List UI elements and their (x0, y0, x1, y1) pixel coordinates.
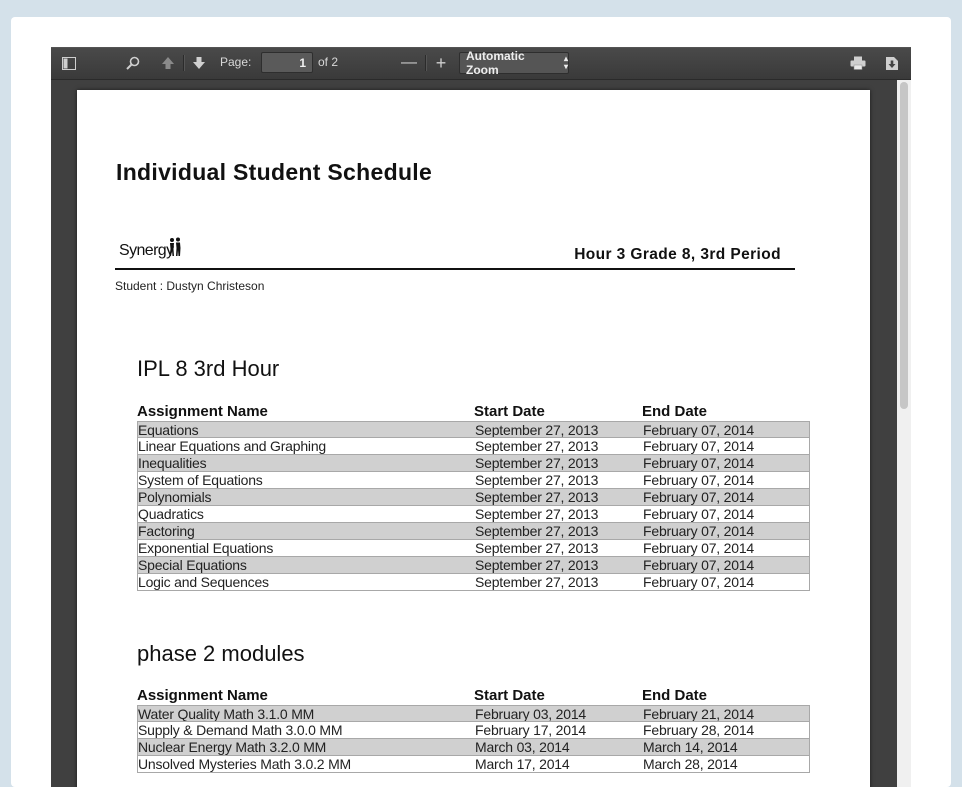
end-date: February 07, 2014 (643, 455, 755, 471)
next-page-icon[interactable] (187, 52, 211, 74)
assignment-name: Polynomials (138, 489, 212, 505)
assignment-name: Quadratics (138, 506, 204, 522)
section-title: IPL 8 3rd Hour (137, 356, 280, 381)
start-date: September 27, 2013 (475, 472, 599, 488)
table-row: Supply & Demand Math 3.0.0 MM February 1… (137, 722, 810, 739)
search-icon[interactable] (121, 52, 145, 74)
sidebar-toggle-icon[interactable] (57, 52, 81, 74)
chevron-updown-icon: ▴ ▾ (563, 54, 568, 71)
table-row: Factoring September 27, 2013 February 07… (137, 523, 810, 540)
start-date: March 03, 2014 (475, 739, 570, 755)
column-header-end: End Date (642, 403, 708, 420)
scrollbar-thumb[interactable] (900, 82, 908, 409)
end-date: February 07, 2014 (643, 557, 755, 573)
page-label: Page: (220, 55, 252, 69)
table-row: Special Equations September 27, 2013 Feb… (137, 557, 810, 574)
start-date: February 03, 2014 (475, 706, 587, 721)
assignment-name: Unsolved Mysteries Math 3.0.2 MM (138, 756, 352, 772)
page-number-input[interactable] (261, 52, 313, 73)
assignment-name: Linear Equations and Graphing (138, 438, 327, 454)
pdf-page: Individual Student Schedule Synergy Hour… (77, 90, 870, 787)
start-date: September 27, 2013 (475, 523, 599, 539)
end-date: March 28, 2014 (643, 756, 738, 772)
start-date: March 17, 2014 (475, 756, 570, 772)
table-row: Water Quality Math 3.1.0 MM February 03,… (137, 705, 810, 722)
previous-page-icon[interactable] (156, 52, 180, 74)
table-row: Exponential Equations September 27, 2013… (137, 540, 810, 557)
table-row: Inequalities September 27, 2013 February… (137, 455, 810, 472)
toolbar-divider (425, 55, 426, 71)
pdf-toolbar: Page: of 2 — + Automatic Zoom ▴▾ (51, 47, 911, 80)
assignment-table: Assignment Name Start Date End Date Equa… (137, 403, 810, 591)
zoom-select[interactable]: Automatic Zoom ▴ ▾ (459, 49, 569, 77)
download-icon[interactable] (880, 52, 904, 74)
end-date: February 21, 2014 (643, 706, 755, 721)
assignment-name: System of Equations (138, 472, 263, 488)
table-row: Equations September 27, 2013 February 07… (137, 421, 810, 438)
table-row: Polynomials September 27, 2013 February … (137, 489, 810, 506)
table-row: Quadratics September 27, 2013 February 0… (137, 506, 810, 523)
table-header: Assignment Name Start Date End Date (137, 403, 810, 421)
assignment-name: Special Equations (138, 557, 247, 573)
end-date: February 07, 2014 (643, 438, 755, 454)
start-date: September 27, 2013 (475, 557, 599, 573)
page-count: of 2 (318, 55, 339, 69)
header-divider (115, 268, 795, 270)
vertical-scrollbar[interactable] (897, 80, 911, 787)
table-row: Unsolved Mysteries Math 3.0.2 MM March 1… (137, 756, 810, 773)
assignment-name: Supply & Demand Math 3.0.0 MM (138, 722, 343, 738)
toolbar-divider (183, 55, 184, 71)
end-date: February 07, 2014 (643, 422, 755, 437)
table-row: Logic and Sequences September 27, 2013 F… (137, 574, 810, 591)
assignment-name: Exponential Equations (138, 540, 274, 556)
assignment-table: Assignment Name Start Date End Date Wate… (137, 687, 810, 773)
zoom-out-icon[interactable]: — (397, 52, 421, 74)
assignment-name: Inequalities (138, 455, 207, 471)
column-header-start: Start Date (474, 403, 545, 420)
print-icon[interactable] (846, 52, 870, 74)
column-header-end: End Date (642, 687, 708, 704)
synergy-logo-icon (169, 237, 181, 256)
end-date: February 07, 2014 (643, 506, 755, 522)
zoom-in-icon[interactable]: + (429, 52, 453, 74)
assignment-name: Nuclear Energy Math 3.2.0 MM (138, 739, 327, 755)
synergy-logo: Synergy (119, 242, 174, 259)
start-date: September 27, 2013 (475, 455, 599, 471)
end-date: March 14, 2014 (643, 739, 738, 755)
document-title: Individual Student Schedule (116, 159, 433, 185)
start-date: September 27, 2013 (475, 422, 599, 437)
assignment-name: Logic and Sequences (138, 574, 269, 590)
table-header: Assignment Name Start Date End Date (137, 687, 810, 705)
start-date: September 27, 2013 (475, 540, 599, 556)
end-date: February 07, 2014 (643, 540, 755, 556)
column-header-start: Start Date (474, 687, 545, 704)
table-row: System of Equations September 27, 2013 F… (137, 472, 810, 489)
assignment-name: Factoring (138, 523, 195, 539)
end-date: February 07, 2014 (643, 489, 755, 505)
end-date: February 07, 2014 (643, 523, 755, 539)
start-date: September 27, 2013 (475, 574, 599, 590)
column-header-assignment: Assignment Name (137, 687, 268, 704)
table-row: Nuclear Energy Math 3.2.0 MM March 03, 2… (137, 739, 810, 756)
start-date: September 27, 2013 (475, 506, 599, 522)
zoom-select-label: Automatic Zoom (466, 49, 525, 77)
hour-grade-label: Hour 3 Grade 8, 3rd Period (574, 246, 781, 263)
student-name: Student : Dustyn Christeson (115, 279, 265, 293)
end-date: February 28, 2014 (643, 722, 755, 738)
start-date: September 27, 2013 (475, 489, 599, 505)
table-row: Linear Equations and Graphing September … (137, 438, 810, 455)
end-date: February 07, 2014 (643, 574, 755, 590)
column-header-assignment: Assignment Name (137, 403, 268, 420)
start-date: September 27, 2013 (475, 438, 599, 454)
end-date: February 07, 2014 (643, 472, 755, 488)
section-title: phase 2 modules (137, 641, 305, 666)
assignment-name: Equations (138, 422, 199, 437)
start-date: February 17, 2014 (475, 722, 587, 738)
pdf-viewer: Page: of 2 — + Automatic Zoom ▴▾ Individ… (51, 47, 911, 787)
assignment-name: Water Quality Math 3.1.0 MM (138, 706, 315, 721)
